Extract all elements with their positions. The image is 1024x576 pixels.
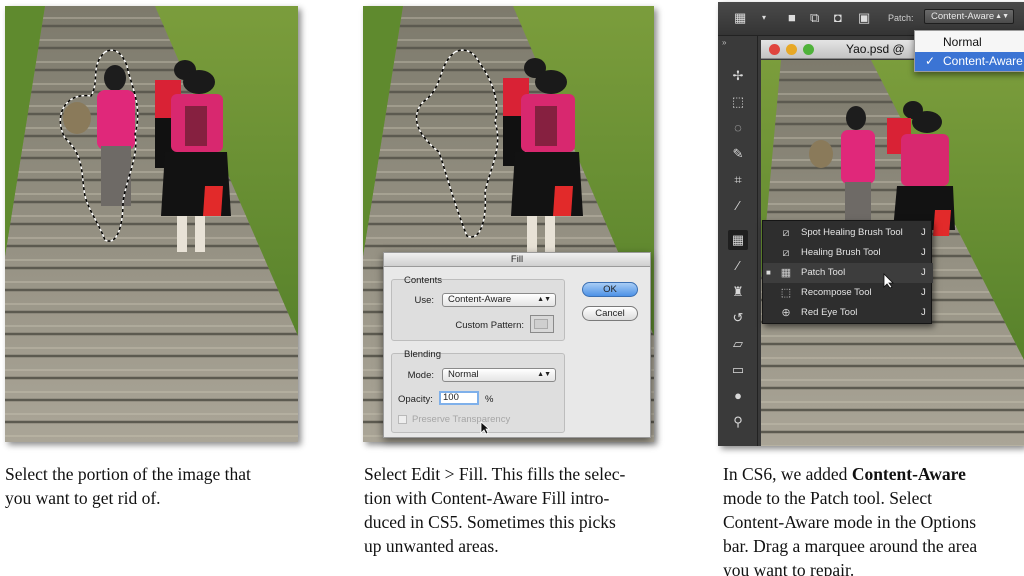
lasso-tool-icon[interactable]: ◌ xyxy=(728,118,748,138)
checkmark-icon: ✓ xyxy=(925,54,936,68)
custom-pattern-swatch[interactable] xyxy=(530,315,554,333)
fill-dialog-title: Fill xyxy=(384,253,650,267)
photoshop-window: ▦ ▾ ■ ⧉ ◘ ▣ Patch: Content-Aware ▲▼ » ✢ … xyxy=(718,2,1024,446)
flyout-item-patch[interactable]: ■ ▦ Patch Tool J xyxy=(763,263,933,283)
crop-tool-icon[interactable]: ⌗ xyxy=(728,170,748,190)
blur-tool-icon[interactable]: ● xyxy=(728,386,748,406)
clone-stamp-tool-icon[interactable]: ♜ xyxy=(728,282,748,302)
patch-label: Patch: xyxy=(888,13,914,23)
flyout-item-healing-brush[interactable]: ⧄ Healing Brush Tool J xyxy=(763,243,933,263)
mode-label: Mode: xyxy=(407,370,434,381)
patch-tool-preset-icon[interactable]: ▦ xyxy=(734,10,746,26)
opacity-input[interactable]: 100 xyxy=(439,391,479,405)
dodge-tool-icon[interactable]: ⚲ xyxy=(728,412,748,432)
eraser-tool-icon[interactable]: ▱ xyxy=(728,334,748,354)
caption-select-portion: Select the portion of the image that you… xyxy=(5,464,251,508)
active-tool-bullet: ■ xyxy=(766,268,771,277)
minimize-window-icon[interactable] xyxy=(786,44,797,55)
brush-tool-icon[interactable]: ⁄ xyxy=(728,256,748,276)
healing-brush-icon: ⧄ xyxy=(782,247,790,259)
add-selection-icon[interactable]: ⧉ xyxy=(810,10,819,26)
recompose-icon: ⬚ xyxy=(780,287,792,299)
patch-mode-option-normal[interactable]: Normal xyxy=(915,33,1024,52)
select-arrows-icon: ▲▼ xyxy=(995,13,1009,20)
use-label: Use: xyxy=(414,295,434,306)
red-eye-icon: ⊕ xyxy=(781,307,791,319)
new-selection-icon[interactable]: ■ xyxy=(788,10,796,26)
cancel-button[interactable]: Cancel xyxy=(582,306,638,321)
spot-healing-brush-icon: ⧄ xyxy=(782,227,790,239)
pointer-cursor-icon xyxy=(480,421,490,435)
blending-label: Blending xyxy=(404,349,441,360)
patch-mode-select[interactable]: Content-Aware ▲▼ xyxy=(924,9,1014,24)
move-tool-icon[interactable]: ✢ xyxy=(728,66,748,86)
document-title: Yao.psd @ xyxy=(846,42,905,56)
pointer-cursor-icon xyxy=(883,273,894,289)
photo-panel-original xyxy=(5,6,298,442)
select-arrows-icon: ▲▼ xyxy=(537,296,551,303)
custom-pattern-label: Custom Pattern: xyxy=(455,320,524,331)
close-window-icon[interactable] xyxy=(769,44,780,55)
panel-collapse-icon[interactable]: » xyxy=(722,38,726,47)
quick-selection-tool-icon[interactable]: ✎ xyxy=(728,144,748,164)
patch-tool-icon[interactable]: ▦ xyxy=(728,230,748,250)
contents-label: Contents xyxy=(404,275,443,286)
tools-panel: » ✢ ⬚ ◌ ✎ ⌗ ⁄ ▦ ⁄ ♜ ↺ ▱ ▭ ● ⚲ xyxy=(718,36,758,446)
preserve-transparency-label: Preserve Transparency xyxy=(412,414,511,425)
intersect-selection-icon[interactable]: ▣ xyxy=(858,10,870,26)
flyout-item-red-eye[interactable]: ⊕ Red Eye Tool J xyxy=(763,303,933,323)
subtract-selection-icon[interactable]: ◘ xyxy=(834,10,842,26)
gradient-tool-icon[interactable]: ▭ xyxy=(728,360,748,380)
opacity-label: Opacity: xyxy=(398,394,433,405)
history-brush-tool-icon[interactable]: ↺ xyxy=(728,308,748,328)
fill-dialog: Fill Contents Use: Content-Aware ▲▼ Custo… xyxy=(383,252,651,438)
marquee-tool-icon[interactable]: ⬚ xyxy=(728,92,748,112)
patch-icon: ▦ xyxy=(780,267,792,279)
ok-button[interactable]: OK xyxy=(582,282,638,297)
healing-tools-flyout: ⧄ Spot Healing Brush Tool J ⧄ Healing Br… xyxy=(762,220,933,324)
mode-select[interactable]: Normal ▲▼ xyxy=(442,368,556,382)
preserve-transparency-checkbox[interactable] xyxy=(398,415,407,424)
caption-patch-tool: In CS6, we added Content-Aware mode to t… xyxy=(723,464,978,576)
patch-mode-menu: Normal ✓ Content-Aware xyxy=(914,30,1024,72)
flyout-item-recompose[interactable]: ⬚ Recompose Tool J xyxy=(763,283,933,303)
select-arrows-icon: ▲▼ xyxy=(537,371,551,378)
patch-mode-option-content-aware[interactable]: ✓ Content-Aware xyxy=(915,52,1024,71)
flyout-item-spot-healing-brush[interactable]: ⧄ Spot Healing Brush Tool J xyxy=(763,223,933,243)
use-select[interactable]: Content-Aware ▲▼ xyxy=(442,293,556,307)
eyedropper-tool-icon[interactable]: ⁄ xyxy=(728,196,748,216)
caption-edit-fill: Select Edit > Fill. This fills the selec… xyxy=(364,464,626,556)
preset-dropdown-icon[interactable]: ▾ xyxy=(762,10,766,26)
opacity-unit: % xyxy=(485,394,494,405)
zoom-window-icon[interactable] xyxy=(803,44,814,55)
